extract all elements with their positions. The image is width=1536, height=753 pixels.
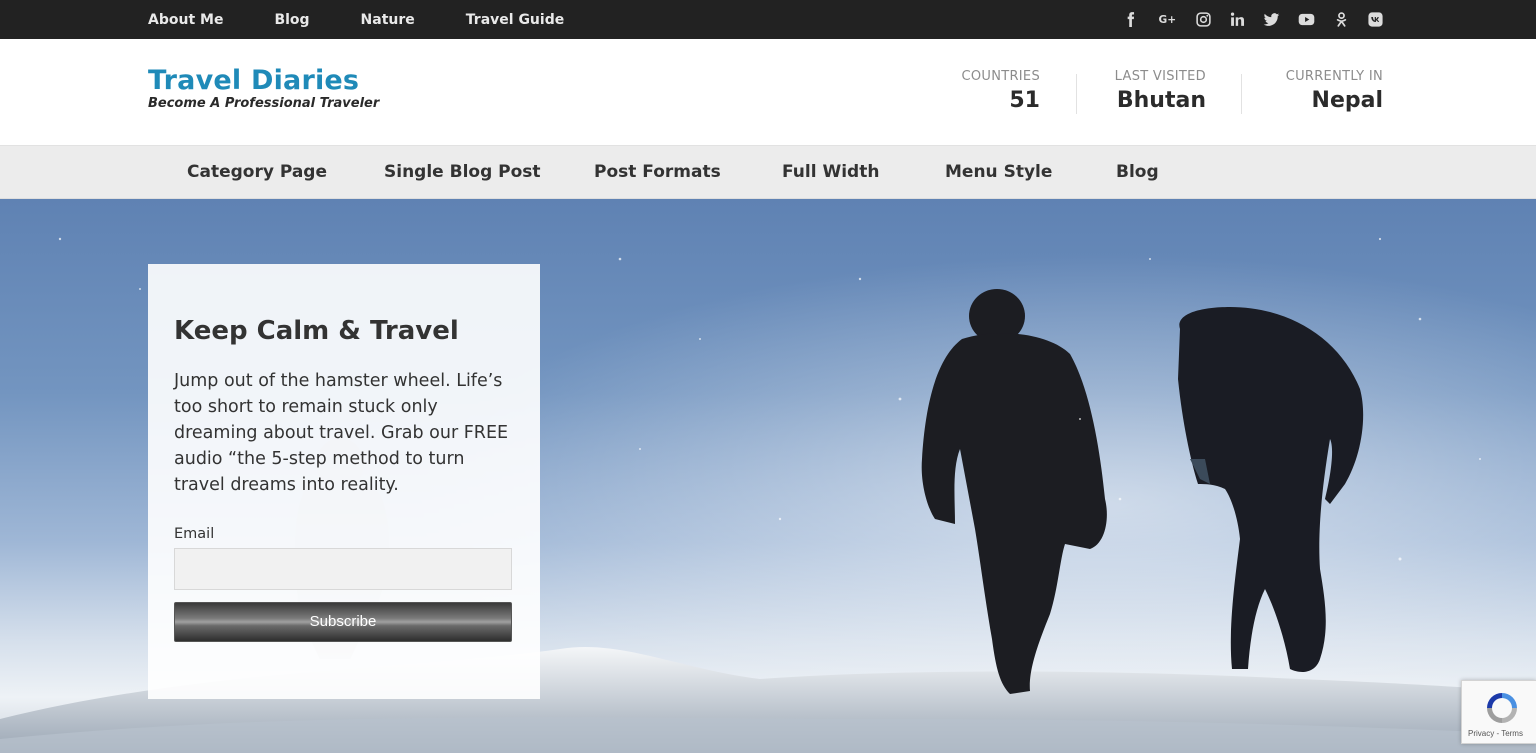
top-nav-about-me[interactable]: About Me <box>148 12 223 28</box>
recaptcha-terms[interactable]: Privacy - Terms <box>1468 729 1523 738</box>
top-nav-travel-guide[interactable]: Travel Guide <box>466 12 564 28</box>
site-header: Travel Diaries Become A Professional Tra… <box>0 39 1536 145</box>
email-field[interactable] <box>174 548 512 590</box>
main-nav-blog[interactable]: Blog <box>1116 162 1159 182</box>
facebook-icon[interactable] <box>1122 11 1139 28</box>
youtube-icon[interactable] <box>1297 11 1316 28</box>
main-nav-full-width[interactable]: Full Width <box>782 162 879 182</box>
stat-countries: COUNTRIES 51 <box>961 69 1040 113</box>
stat-currently-in: CURRENTLY IN Nepal <box>1286 69 1383 113</box>
main-nav-post-formats[interactable]: Post Formats <box>594 162 721 182</box>
stat-last-visited: LAST VISITED Bhutan <box>1115 69 1206 113</box>
stat-value: Nepal <box>1311 88 1383 113</box>
optin-card: Keep Calm & Travel Jump out of the hamst… <box>148 264 540 699</box>
main-nav: Category Page Single Blog Post Post Form… <box>0 145 1536 199</box>
stat-divider <box>1241 74 1242 114</box>
top-nav-nature[interactable]: Nature <box>361 12 415 28</box>
stat-value: 51 <box>1009 88 1040 113</box>
linkedin-icon[interactable] <box>1229 11 1246 28</box>
top-nav-blog[interactable]: Blog <box>274 12 309 28</box>
card-title: Keep Calm & Travel <box>174 316 459 346</box>
main-nav-single-blog-post[interactable]: Single Blog Post <box>384 162 541 182</box>
instagram-icon[interactable] <box>1195 11 1212 28</box>
vk-icon[interactable] <box>1367 11 1384 28</box>
stat-value: Bhutan <box>1116 88 1206 113</box>
svg-text:G+: G+ <box>1159 13 1177 26</box>
twitter-icon[interactable] <box>1263 11 1280 28</box>
site-tagline: Become A Professional Traveler <box>148 96 380 111</box>
email-label: Email <box>174 526 215 542</box>
google-plus-icon[interactable]: G+ <box>1156 11 1178 28</box>
recaptcha-icon <box>1482 689 1522 731</box>
stat-divider <box>1076 74 1077 114</box>
stat-label: LAST VISITED <box>1114 69 1206 84</box>
odnoklassniki-icon[interactable] <box>1333 11 1350 28</box>
stat-label: CURRENTLY IN <box>1285 69 1383 84</box>
main-nav-category-page[interactable]: Category Page <box>187 162 327 182</box>
site-title[interactable]: Travel Diaries <box>148 65 359 96</box>
social-links: G+ <box>1122 0 1384 39</box>
top-nav: About Me Blog Nature Travel Guide <box>148 0 615 39</box>
subscribe-button[interactable]: Subscribe <box>174 602 512 642</box>
stat-label: COUNTRIES <box>961 69 1040 84</box>
top-bar: About Me Blog Nature Travel Guide G+ <box>0 0 1536 39</box>
card-body: Jump out of the hamster wheel. Life’s to… <box>174 371 509 495</box>
recaptcha-badge[interactable]: Privacy - Terms <box>1461 680 1536 744</box>
main-nav-menu-style[interactable]: Menu Style <box>945 162 1052 182</box>
